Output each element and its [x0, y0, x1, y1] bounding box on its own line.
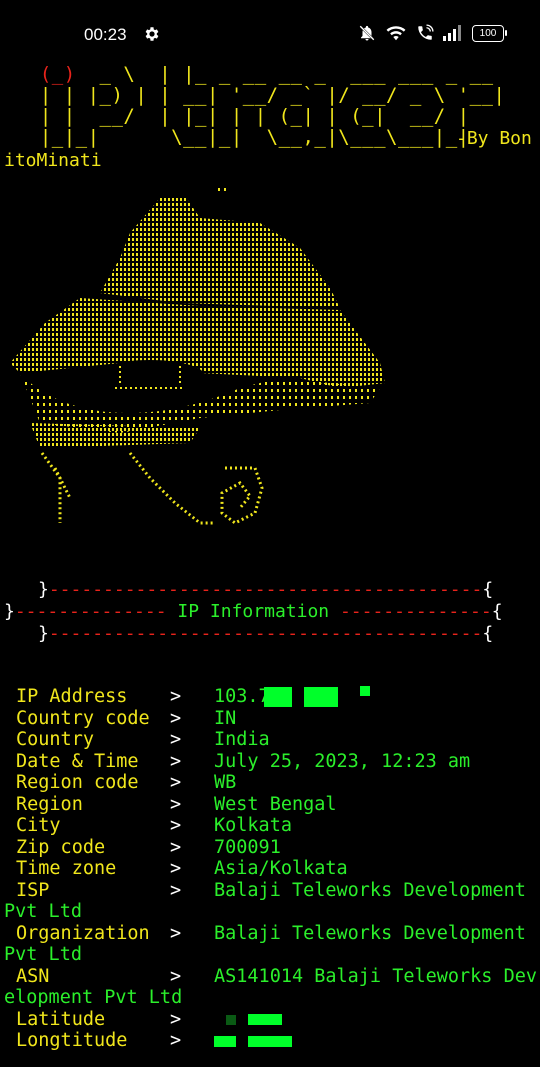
- info-value: [214, 1009, 282, 1031]
- info-key: Region: [16, 793, 83, 815]
- info-value: India: [214, 729, 270, 750]
- redaction-block: [263, 687, 292, 707]
- info-row-isp: ISP > Balaji Teleworks Development: [0, 880, 540, 902]
- info-row-region: Region > West Bengal: [0, 794, 540, 816]
- info-key: Region code: [16, 772, 139, 793]
- info-arrow: >: [170, 686, 182, 707]
- info-row-organization: Organization > Balaji Teleworks Developm…: [0, 923, 540, 945]
- ip-info-table: IP Address > 103.7 Country code > IN Cou…: [0, 686, 540, 1052]
- info-arrow: >: [170, 793, 182, 815]
- info-arrow: >: [170, 707, 182, 729]
- info-key: ASN: [16, 965, 50, 987]
- mute-bell-icon: [359, 25, 375, 41]
- credit-text: -By Bon: [456, 128, 532, 149]
- info-value: IN: [214, 707, 237, 729]
- status-icons: 100: [358, 24, 507, 42]
- info-value: West Bengal: [214, 793, 337, 815]
- info-value: Kolkata: [214, 815, 292, 836]
- info-row-isp-wrap: Pvt Ltd: [0, 901, 540, 923]
- info-value: WB: [214, 772, 237, 793]
- info-arrow: >: [170, 815, 182, 836]
- info-value: Asia/Kolkata: [214, 858, 348, 879]
- status-bar: 00:23 100: [0, 0, 540, 68]
- info-value: [214, 1030, 292, 1052]
- redaction-block: [226, 1014, 236, 1025]
- info-arrow: >: [170, 729, 182, 750]
- info-value: 103.7: [214, 686, 370, 708]
- wifi-calling-icon: [418, 24, 434, 40]
- info-value: July 25, 2023, 12:23 am: [214, 750, 471, 772]
- info-row-latitude: Latitude >: [0, 1009, 540, 1031]
- info-key: Country: [16, 729, 94, 750]
- wifi-icon: [386, 26, 406, 41]
- info-value: AS141014 Balaji Teleworks Dev: [214, 965, 538, 987]
- info-key: Latitude: [16, 1008, 106, 1030]
- redaction-block: [359, 686, 370, 696]
- info-key: Longtitude: [16, 1030, 128, 1051]
- redaction-block: [303, 687, 338, 707]
- credit-text-continued: itoMinati: [4, 150, 102, 171]
- info-arrow: >: [170, 965, 182, 987]
- info-key: City: [16, 815, 61, 836]
- info-value: Balaji Teleworks Development: [214, 879, 526, 901]
- info-value: 700091: [214, 836, 281, 858]
- info-arrow: >: [170, 836, 182, 858]
- settings-gear-icon: [145, 27, 159, 41]
- info-key: IP Address: [16, 686, 128, 707]
- info-row-region-code: Region code > WB: [0, 772, 540, 794]
- section-title: IP Information: [177, 601, 330, 622]
- info-key: Organization: [16, 922, 150, 944]
- info-key: Time zone: [16, 858, 117, 879]
- info-value-wrap: Pvt Ltd: [4, 944, 82, 965]
- signal-icon: [443, 25, 461, 41]
- ascii-banner-logo: (_) _ \ | |_ _ __ __ _ ___ ___ _ __ | | …: [39, 63, 506, 148]
- info-key: Date & Time: [16, 750, 139, 772]
- info-row-zip-code: Zip code > 700091: [0, 837, 540, 859]
- info-value: Balaji Teleworks Development: [214, 922, 526, 944]
- info-arrow: >: [170, 922, 182, 944]
- redaction-block: [214, 1035, 236, 1047]
- info-arrow: >: [170, 750, 182, 772]
- info-key: Country code: [16, 707, 150, 729]
- info-row-ip-address: IP Address > 103.7: [0, 686, 540, 708]
- info-row-date-time: Date & Time > July 25, 2023, 12:23 am: [0, 751, 540, 773]
- info-row-longitude: Longtitude >: [0, 1030, 540, 1052]
- info-row-asn-wrap: elopment Pvt Ltd: [0, 987, 540, 1009]
- info-row-city: City > Kolkata: [0, 815, 540, 837]
- info-row-asn: ASN > AS141014 Balaji Teleworks Dev: [0, 966, 540, 988]
- info-arrow: >: [170, 1008, 182, 1030]
- info-key: ISP: [16, 879, 50, 901]
- info-arrow: >: [170, 858, 182, 879]
- battery-icon: 100: [472, 24, 507, 42]
- info-row-time-zone: Time zone > Asia/Kolkata: [0, 858, 540, 880]
- info-value-wrap: Pvt Ltd: [4, 901, 82, 922]
- redaction-block: [248, 1035, 292, 1047]
- info-row-organization-wrap: Pvt Ltd: [0, 944, 540, 966]
- status-time: 00:23: [84, 25, 127, 44]
- info-arrow: >: [170, 1030, 182, 1051]
- info-value-wrap: elopment Pvt Ltd: [4, 987, 183, 1008]
- redaction-block: [248, 1014, 282, 1025]
- section-header: }---------------------------------------…: [4, 579, 503, 644]
- eye-of-horus-art: [10, 188, 385, 525]
- info-arrow: >: [170, 879, 182, 901]
- info-key: Zip code: [16, 836, 106, 858]
- info-row-country-code: Country code > IN: [0, 708, 540, 730]
- info-arrow: >: [170, 772, 182, 793]
- info-row-country: Country > India: [0, 729, 540, 751]
